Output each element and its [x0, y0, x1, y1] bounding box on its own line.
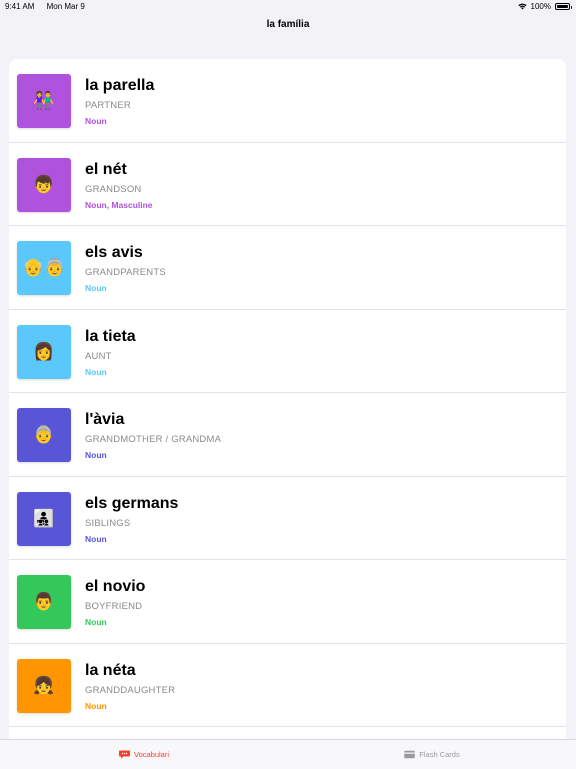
speech-bubble-icon	[118, 750, 130, 759]
emoji-thumbnail: 👨‍👧‍👦	[17, 491, 71, 546]
translation-label: GRANDSON	[85, 183, 142, 195]
list-item[interactable]: 👨‍👧‍👦 els germans SIBLINGS Noun	[9, 477, 566, 560]
tab-vocabulari[interactable]: Vocabulari	[0, 740, 288, 769]
list-item[interactable]: 👦 el nét GRANDSON Noun, Masculine	[9, 143, 566, 226]
battery-icon	[555, 3, 572, 10]
word-label: els germans	[85, 494, 179, 512]
status-left: 9:41 AM Mon Mar 9	[5, 2, 95, 11]
tab-bar: Vocabulari Flash Cards	[0, 739, 576, 769]
status-date: Mon Mar 9	[46, 2, 85, 11]
translation-label: GRANDPARENTS	[85, 267, 166, 278]
word-label: l'àvia	[85, 411, 125, 428]
card-icon	[404, 750, 416, 759]
list-item[interactable]: 👧 la néta GRANDDAUGHTER Noun	[9, 644, 566, 727]
emoji-thumbnail: 👫	[17, 74, 71, 128]
translation-label: PARTNER	[85, 100, 131, 111]
tab-label-flash-cards: Flash Cards	[419, 750, 460, 759]
status-right: 100%	[518, 2, 572, 11]
tab-flash-cards[interactable]: Flash Cards	[288, 740, 576, 769]
part-of-speech-label: Noun	[85, 533, 107, 544]
battery-percent: 100%	[530, 2, 551, 11]
part-of-speech-label: Noun	[85, 617, 107, 627]
list-item[interactable]: 👵 l'àvia GRANDMOTHER / GRANDMA Noun	[9, 393, 566, 477]
list-item[interactable]: 👨 el novio BOYFRIEND Noun	[9, 560, 566, 644]
emoji-thumbnail: 👨	[17, 575, 71, 629]
part-of-speech-label: Noun	[85, 116, 107, 126]
word-label: el nét	[85, 160, 127, 178]
emoji-thumbnail: 👦	[17, 157, 71, 212]
battery-fill	[557, 5, 568, 8]
word-label: els avis	[85, 244, 143, 261]
emoji-thumbnail: 👴👵	[17, 241, 71, 295]
emoji-thumbnail: 👵	[17, 408, 71, 462]
word-label: la parella	[85, 77, 155, 94]
word-label: el novio	[85, 578, 146, 595]
translation-label: SIBLINGS	[85, 517, 131, 529]
word-label: la néta	[85, 661, 136, 679]
vocabulary-list: 👫 la parella PARTNER Noun 👦 el nét GRANDSON Nou…	[9, 59, 566, 759]
part-of-speech-label: Noun	[85, 283, 107, 293]
list-item[interactable]: 👴👵 els avis GRANDPARENTS Noun	[9, 226, 566, 310]
wifi-icon	[518, 3, 527, 10]
tab-label-vocabulari: Vocabulari	[133, 750, 170, 759]
page-title: la família	[266, 19, 310, 30]
word-label: la tieta	[85, 327, 136, 345]
translation-label: GRANDDAUGHTER	[85, 684, 176, 696]
translation-label: AUNT	[85, 350, 112, 362]
emoji-thumbnail: 👧	[17, 658, 71, 713]
list-item[interactable]: 👩 la tieta AUNT Noun	[9, 310, 566, 393]
emoji-thumbnail: 👩	[17, 324, 71, 379]
part-of-speech-label: Noun	[85, 366, 107, 377]
translation-label: BOYFRIEND	[85, 601, 143, 612]
status-time: 9:41 AM	[5, 2, 35, 11]
status-bar: 9:41 AM Mon Mar 9 100%	[0, 0, 576, 14]
part-of-speech-label: Noun	[85, 700, 107, 711]
list-item[interactable]: 👫 la parella PARTNER Noun	[9, 59, 566, 143]
part-of-speech-label: Noun, Masculine	[85, 199, 153, 210]
translation-label: GRANDMOTHER / GRANDMA	[85, 434, 222, 445]
part-of-speech-label: Noun	[85, 450, 107, 460]
